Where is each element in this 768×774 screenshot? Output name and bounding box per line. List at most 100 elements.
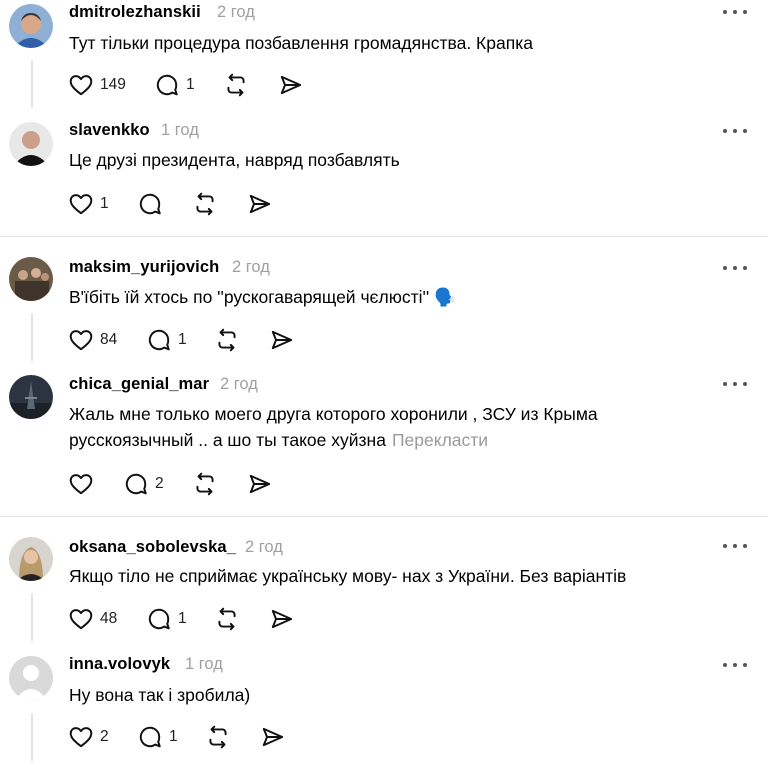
more-options-button[interactable] [723,126,747,136]
post-time[interactable]: 1 год [161,121,199,140]
heart-icon [69,75,93,96]
like-count: 48 [100,610,118,627]
more-options-button[interactable] [723,660,747,670]
send-icon [262,727,284,747]
heart-icon [69,474,93,495]
share-button[interactable] [247,190,273,218]
repost-icon [196,192,214,216]
like-count: 1 [100,195,109,212]
post: maksim_yurijovich 2 год В'їбіть їй хтось… [0,237,768,367]
reply-count: 1 [178,331,187,348]
share-button[interactable] [260,723,286,751]
post-text: Тут тільки процедура позбавлення громадя… [69,33,533,53]
avatar[interactable] [9,537,53,581]
heart-icon [69,727,93,748]
username[interactable]: dmitrolezhanskii [69,3,201,22]
post-text: Це друзі президента, навряд позбавлять [69,150,400,170]
reply-count: 1 [178,610,187,627]
post: dmitrolezhanskii 2 год Тут тільки процед… [0,0,768,118]
reply-button[interactable]: 2 [123,470,164,498]
comment-icon [125,473,147,495]
post: slavenkko 1 год Це друзі президента, нав… [0,118,768,236]
share-button[interactable] [269,326,295,354]
thread-line [31,313,33,361]
default-avatar-icon [9,656,53,700]
thread-line [31,60,33,108]
more-options-button[interactable] [723,541,747,551]
like-button[interactable]: 48 [68,605,117,633]
post-time[interactable]: 2 год [220,375,258,394]
send-icon [249,194,271,214]
comment-icon [148,608,170,630]
repost-icon [227,73,245,97]
like-count: 84 [100,331,118,348]
comment-icon [156,74,178,96]
username[interactable]: chica_genial_mar [69,375,209,394]
reply-button[interactable] [137,190,163,218]
avatar[interactable] [9,656,53,700]
thread-line [31,713,33,761]
send-icon [280,75,302,95]
more-options-button[interactable] [723,7,747,17]
heart-icon [69,330,93,351]
repost-button[interactable] [192,190,218,218]
post-text-body: Жаль мне только моего друга которого хор… [69,404,598,450]
like-button[interactable]: 149 [68,71,126,99]
post-time[interactable]: 2 год [232,258,270,277]
post: inna.volovyk 1 год Ну вона так і зробила… [0,647,768,774]
post-time[interactable]: 2 год [217,3,255,22]
like-button[interactable]: 2 [68,723,109,751]
repost-icon [218,328,236,352]
reply-count: 2 [155,475,164,492]
send-icon [249,474,271,494]
like-count: 149 [100,76,126,93]
like-count: 2 [100,728,109,745]
repost-icon [218,607,236,631]
repost-button[interactable] [214,326,240,354]
username[interactable]: inna.volovyk [69,655,170,674]
post-text: Ну вона так і зробила) [69,685,251,705]
repost-icon [209,725,227,749]
thread-line [31,593,33,641]
repost-icon [196,472,214,496]
avatar[interactable] [9,257,53,301]
username[interactable]: maksim_yurijovich [69,258,219,277]
comment-icon [139,726,161,748]
heart-icon [69,194,93,215]
like-button[interactable] [68,470,94,498]
avatar[interactable] [9,375,53,419]
reply-button[interactable]: 1 [137,723,178,751]
reply-button[interactable]: 1 [146,326,187,354]
share-button[interactable] [247,470,273,498]
repost-button[interactable] [192,470,218,498]
avatar[interactable] [9,122,53,166]
comment-icon [148,329,170,351]
post-text: Жаль мне только моего друга которого хор… [69,401,658,453]
share-button[interactable] [278,71,304,99]
reply-button[interactable]: 1 [146,605,187,633]
like-button[interactable]: 84 [68,326,117,354]
post-text: В'їбіть їй хтось по ''рускогаварящей чєл… [69,287,456,307]
send-icon [271,330,293,350]
like-button[interactable]: 1 [68,190,109,218]
repost-button[interactable] [205,723,231,751]
repost-button[interactable] [214,605,240,633]
post: oksana_sobolevska_ 2 год Якщо тіло не сп… [0,517,768,647]
reply-button[interactable]: 1 [154,71,195,99]
post: chica_genial_mar 2 год Жаль мне только м… [0,367,768,516]
share-button[interactable] [269,605,295,633]
more-options-button[interactable] [723,379,747,389]
repost-button[interactable] [223,71,249,99]
heart-icon [69,609,93,630]
username[interactable]: oksana_sobolevska_ [69,538,236,557]
send-icon [271,609,293,629]
post-text: Якщо тіло не сприймає українську мову- н… [69,566,627,586]
avatar[interactable] [9,4,53,48]
reply-count: 1 [169,728,178,745]
translate-link[interactable]: Перекласти [392,430,488,450]
more-options-button[interactable] [723,263,747,273]
comment-icon [139,193,161,215]
post-time[interactable]: 2 год [245,538,283,557]
username[interactable]: slavenkko [69,121,150,140]
post-time[interactable]: 1 год [185,655,223,674]
